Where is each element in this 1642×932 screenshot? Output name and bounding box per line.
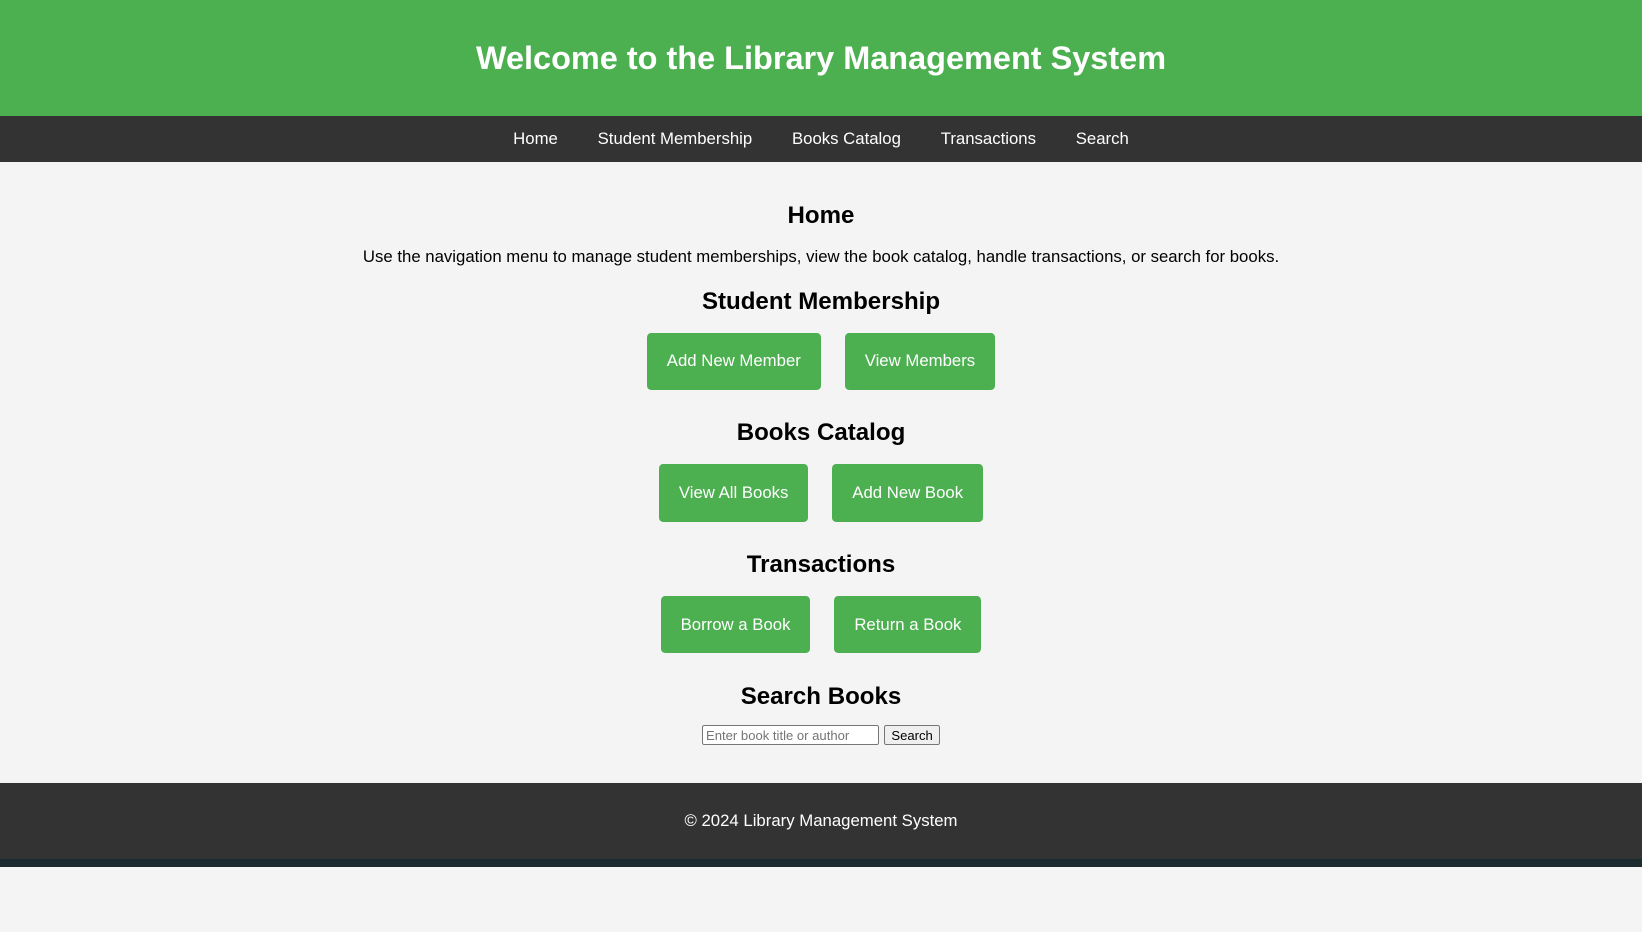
nav-books-catalog[interactable]: Books Catalog bbox=[772, 116, 921, 162]
page-header: Welcome to the Library Management System bbox=[0, 0, 1642, 117]
membership-heading: Student Membership bbox=[701, 287, 941, 315]
bottom-strip bbox=[0, 859, 1642, 867]
search-heading: Search Books bbox=[740, 682, 902, 710]
add-new-member-button[interactable]: Add New Member bbox=[646, 332, 821, 391]
membership-actions: Add New Member View Members bbox=[0, 332, 1642, 391]
transactions-actions: Borrow a Book Return a Book bbox=[0, 595, 1642, 654]
copyright-text: © 2024 Library Management System bbox=[684, 811, 958, 831]
nav-student-membership[interactable]: Student Membership bbox=[578, 116, 772, 162]
home-description: Use the navigation menu to manage studen… bbox=[362, 246, 1280, 266]
catalog-heading: Books Catalog bbox=[736, 419, 906, 447]
view-all-books-button[interactable]: View All Books bbox=[658, 464, 809, 522]
site-title: Welcome to the Library Management System bbox=[475, 39, 1167, 76]
home-heading: Home bbox=[787, 202, 855, 230]
nav-home[interactable]: Home bbox=[493, 116, 577, 162]
return-book-button[interactable]: Return a Book bbox=[834, 595, 982, 654]
nav-search[interactable]: Search bbox=[1056, 116, 1149, 162]
page-footer: © 2024 Library Management System bbox=[0, 782, 1642, 860]
view-members-button[interactable]: View Members bbox=[844, 332, 996, 391]
borrow-book-button[interactable]: Borrow a Book bbox=[660, 595, 811, 654]
transactions-heading: Transactions bbox=[746, 551, 896, 579]
add-new-book-button[interactable]: Add New Book bbox=[832, 464, 983, 522]
search-form: Search bbox=[0, 725, 1642, 746]
main-content: Home Use the navigation menu to manage s… bbox=[0, 162, 1642, 783]
catalog-actions: View All Books Add New Book bbox=[0, 464, 1642, 522]
search-input[interactable] bbox=[701, 725, 879, 746]
main-nav: Home Student Membership Books Catalog Tr… bbox=[0, 116, 1642, 163]
search-button[interactable]: Search bbox=[884, 725, 941, 746]
nav-transactions[interactable]: Transactions bbox=[921, 116, 1056, 162]
